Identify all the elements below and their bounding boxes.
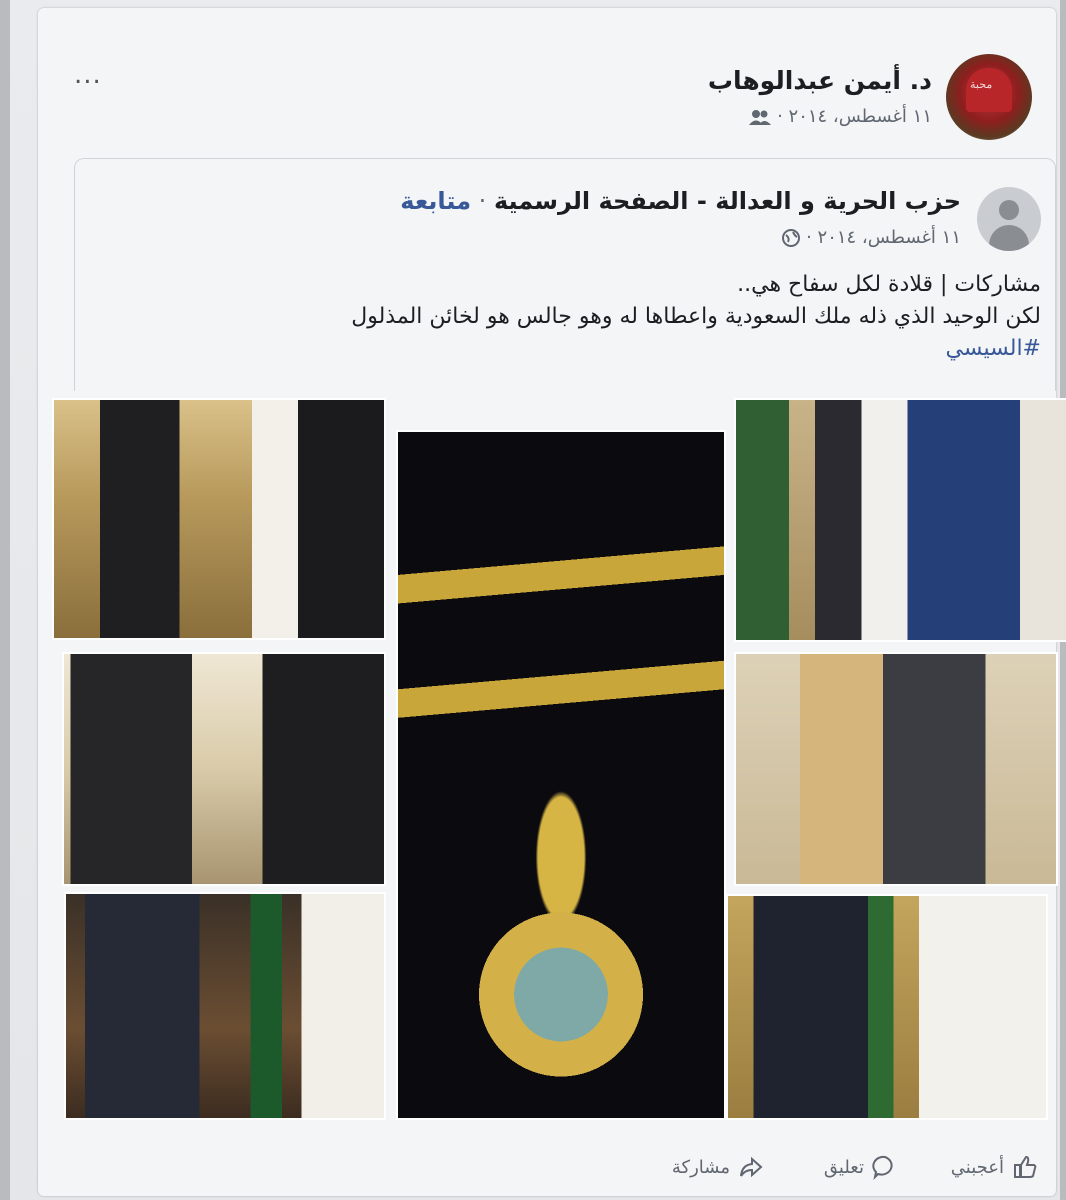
photo-bottom-left[interactable] — [64, 892, 386, 1120]
like-button[interactable]: أعجبني — [951, 1154, 1038, 1180]
separator-dot: · — [471, 187, 494, 215]
page-header-line: حزب الحرية و العدالة - الصفحة الرسمية · … — [400, 187, 961, 215]
default-avatar-body — [989, 225, 1029, 251]
shared-post-meta: ١١ أغسطس، ٢٠١٤ · — [782, 227, 961, 248]
phone-screen: ... محبة د. أيمن عبدالوهاب ١١ أغسطس، ٢٠١… — [10, 0, 1066, 1200]
friends-icon — [749, 109, 772, 125]
photo-top-right[interactable] — [734, 398, 1066, 642]
post-actions-bar: أعجبني تعليق مشاركة — [74, 1148, 1054, 1194]
like-label: أعجبني — [950, 1156, 1004, 1178]
shared-post-date[interactable]: ١١ أغسطس، ٢٠١٤ · — [806, 227, 961, 248]
shared-post: حزب الحرية و العدالة - الصفحة الرسمية · … — [74, 158, 1056, 391]
post-text-line-1: مشاركات | قلادة لكل سفاح هي.. — [737, 272, 1041, 297]
author-name[interactable]: د. أيمن عبدالوهاب — [708, 66, 932, 95]
post-text: مشاركات | قلادة لكل سفاح هي.. لكن الوحيد… — [91, 269, 1041, 365]
post-options-button[interactable]: ... — [74, 60, 102, 90]
comment-icon — [872, 1155, 893, 1180]
thumbs-up-icon — [1014, 1155, 1037, 1178]
photo-center-medal[interactable] — [396, 430, 726, 1120]
page-name[interactable]: حزب الحرية و العدالة - الصفحة الرسمية — [494, 187, 961, 215]
comment-button[interactable]: تعليق — [824, 1154, 898, 1180]
post-text-line-2: لكن الوحيد الذي ذله ملك السعودية واعطاها… — [351, 304, 1041, 329]
photo-collage[interactable] — [50, 396, 1066, 1136]
hashtag-link[interactable]: #السيسي — [946, 336, 1041, 361]
comment-label: تعليق — [823, 1156, 864, 1178]
default-avatar-head — [999, 200, 1019, 220]
share-arrow-icon — [740, 1156, 763, 1178]
photo-middle-right[interactable] — [734, 652, 1058, 886]
follow-button[interactable]: متابعة — [400, 187, 471, 215]
photo-middle-left[interactable] — [62, 652, 386, 886]
share-button[interactable]: مشاركة — [672, 1154, 764, 1180]
photo-bottom-right[interactable] — [726, 894, 1048, 1120]
avatar-logo-text: محبة — [970, 78, 993, 91]
share-label: مشاركة — [671, 1156, 730, 1178]
photo-top-left[interactable] — [52, 398, 386, 640]
page-avatar[interactable] — [977, 187, 1041, 251]
author-avatar[interactable]: محبة — [946, 54, 1032, 140]
post-card: ... محبة د. أيمن عبدالوهاب ١١ أغسطس، ٢٠١… — [38, 8, 1066, 1196]
post-meta: ١١ أغسطس، ٢٠١٤ · — [749, 106, 932, 127]
globe-icon — [782, 228, 801, 247]
post-date[interactable]: ١١ أغسطس، ٢٠١٤ · — [777, 106, 932, 127]
